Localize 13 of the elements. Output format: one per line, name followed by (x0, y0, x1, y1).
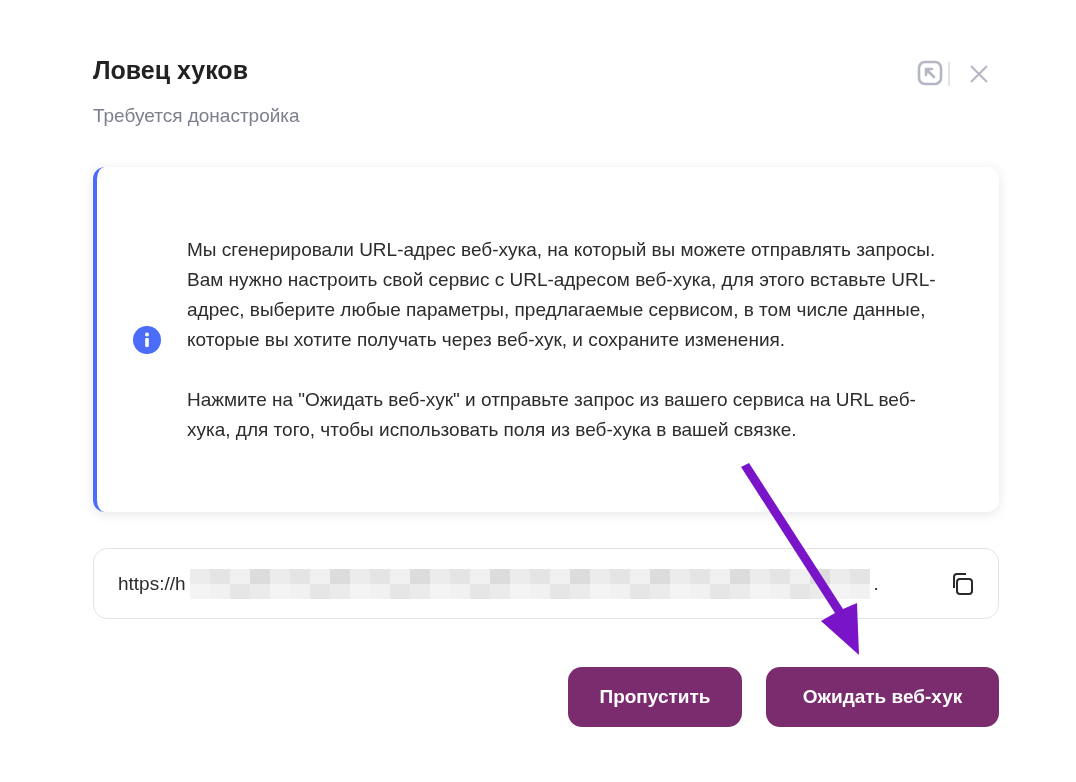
info-icon (133, 325, 161, 354)
skip-button[interactable]: Пропустить (568, 667, 742, 727)
close-icon[interactable] (969, 64, 989, 84)
collapse-icon[interactable] (917, 60, 951, 88)
copy-icon[interactable] (950, 571, 974, 596)
url-text: . (873, 572, 879, 595)
dialog-subtitle: Требуется донастройка (93, 105, 300, 127)
dialog-title: Ловец хуков (93, 56, 249, 85)
wait-button[interactable]: Ожидать веб-хук (766, 667, 999, 727)
info-paragraph: Нажмите на "Ожидать веб-хук" и отправьте запрос из вашего сервиса на URL веб-хука, для того, чтобы использовать поля из веб-хука в вашей связке. (187, 387, 917, 442)
info-paragraph: Мы сгенерировали URL-адрес веб-хука, на который вы можете отправлять запросы. Вам нужно настроить свой сервис с URL-адресом веб-хука, для этого вставьте URL-адрес, выберите любые параметры, предлагаемые сервисом, в том числе данные, которые вы хотите получать через веб-хук, и сохраните изменения. (187, 237, 937, 352)
url-text: https://h (118, 572, 186, 595)
url-field[interactable]: https://h . (93, 548, 999, 619)
